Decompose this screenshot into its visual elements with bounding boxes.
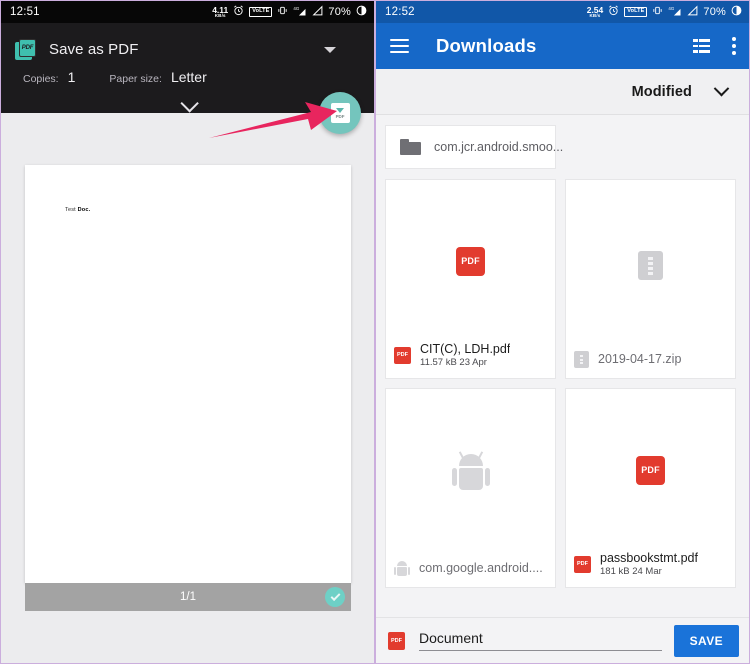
battery-circle-icon — [356, 5, 367, 19]
print-options-sheet: 12:51 4.11 KB/s VoLTE 4G 70% PDF Save as… — [1, 1, 374, 113]
paper-size-label: Paper size: — [109, 73, 162, 85]
folder-icon — [400, 139, 421, 155]
list-item-folder[interactable]: com.jcr.android.smoo... — [385, 125, 563, 169]
battery-circle-icon — [731, 5, 742, 19]
save-pdf-fab[interactable]: PDF — [319, 92, 361, 134]
right-panel-downloads-picker: 12:52 2.54 KB/s VoLTE 4G 70% Downloads M… — [375, 0, 750, 664]
page-title: Downloads — [436, 35, 537, 56]
copies-value[interactable]: 1 — [68, 69, 76, 85]
file-card-footer: PDF passbookstmt.pdf 181 kB 24 Mar — [566, 551, 735, 587]
pdf-file-icon: PDF — [636, 455, 665, 485]
printer-name-label: Save as PDF — [49, 41, 139, 58]
file-thumbnail — [566, 180, 735, 351]
status-bar-left: 12:51 4.11 KB/s VoLTE 4G 70% — [1, 1, 374, 23]
file-thumbnail: PDF — [566, 389, 735, 551]
file-name-label: passbookstmt.pdf — [600, 551, 698, 565]
page-indicator-strip: 1/1 — [25, 583, 351, 611]
svg-text:4G: 4G — [669, 6, 675, 11]
print-preview-area: Test Doc. 1/1 PDF — [1, 92, 374, 663]
printer-selector-row[interactable]: PDF Save as PDF — [1, 23, 374, 67]
chevron-down-icon[interactable] — [713, 80, 730, 97]
check-circle-icon — [325, 587, 345, 607]
battery-percent: 70% — [703, 6, 726, 18]
status-bar-right: 12:52 2.54 KB/s VoLTE 4G 70% — [376, 1, 749, 23]
caret-down-icon[interactable] — [324, 46, 336, 53]
volte-badge: VoLTE — [249, 7, 273, 17]
network-speed-unit: KB/s — [214, 13, 226, 18]
network-speed-unit: KB/s — [589, 13, 601, 18]
android-apk-icon — [451, 451, 490, 494]
file-grid: PDF PDF CIT(C), LDH.pdf 11.57 kB 23 Apr — [385, 179, 740, 588]
save-button[interactable]: SAVE — [673, 624, 739, 657]
signal-4g-icon: 4G — [293, 5, 307, 19]
pdf-file-icon: PDF — [456, 246, 485, 276]
list-item-file[interactable]: com.google.android.... — [385, 388, 556, 588]
dual-screenshot-composite: Test Doc. 1/1 PDF 12:51 4.11 KB/s VoLTE … — [0, 0, 750, 664]
chevron-down-icon — [180, 94, 199, 113]
list-item-file[interactable]: PDF PDF passbookstmt.pdf 181 kB 24 Mar — [565, 388, 736, 588]
file-browser: com.jcr.android.smoo... PDF PDF CIT(C), … — [376, 115, 749, 617]
android-apk-icon — [394, 559, 410, 577]
file-meta-label: 181 kB 24 Mar — [600, 566, 662, 577]
page-indicator-label: 1/1 — [180, 591, 196, 603]
signal-icon — [687, 5, 698, 19]
downloads-app-bar: Downloads — [376, 23, 749, 69]
sort-bar[interactable]: Modified — [376, 69, 749, 115]
pdf-file-icon: PDF — [574, 555, 591, 573]
volte-badge: VoLTE — [624, 7, 648, 17]
more-vertical-icon[interactable] — [732, 37, 736, 55]
expand-options-button[interactable] — [1, 94, 374, 113]
folder-name-label: com.jcr.android.smoo... — [434, 140, 564, 154]
filename-input[interactable]: Document — [419, 630, 662, 651]
copies-label: Copies: — [23, 73, 59, 85]
vibrate-icon — [652, 5, 663, 19]
svg-text:4G: 4G — [294, 6, 300, 11]
file-card-footer: com.google.android.... — [386, 559, 555, 587]
list-view-icon[interactable] — [693, 39, 710, 53]
list-item-file[interactable]: 2019-04-17.zip — [565, 179, 736, 379]
pdf-file-icon: PDF — [394, 346, 411, 364]
hamburger-menu-icon[interactable] — [390, 39, 409, 54]
document-page-preview[interactable]: Test Doc. — [25, 165, 351, 583]
sort-label: Modified — [631, 83, 692, 100]
file-card-footer: PDF CIT(C), LDH.pdf 11.57 kB 23 Apr — [386, 342, 555, 378]
file-name-label: CIT(C), LDH.pdf — [420, 342, 511, 356]
file-thumbnail: PDF — [386, 180, 555, 342]
alarm-icon — [233, 5, 244, 19]
network-speed-indicator: 2.54 KB/s — [587, 5, 604, 19]
file-name-label: com.google.android.... — [419, 560, 543, 575]
network-speed-indicator: 4.11 KB/s — [212, 5, 228, 19]
pdf-stack-icon: PDF — [15, 38, 37, 61]
vibrate-icon — [277, 5, 288, 19]
file-thumbnail — [386, 389, 555, 559]
fab-badge-label: PDF — [335, 113, 345, 119]
save-pdf-download-icon: PDF — [330, 103, 350, 123]
status-time: 12:52 — [385, 6, 415, 18]
print-options-row: Copies: 1 Paper size: Letter — [1, 67, 374, 85]
left-panel-print-preview: Test Doc. 1/1 PDF 12:51 4.11 KB/s VoLTE … — [0, 0, 375, 664]
file-name-label: 2019-04-17.zip — [598, 352, 682, 366]
paper-size-value[interactable]: Letter — [171, 69, 207, 85]
pdf-file-icon: PDF — [388, 631, 405, 650]
file-meta-label: 11.57 kB 23 Apr — [420, 357, 487, 368]
alarm-icon — [608, 5, 619, 19]
battery-percent: 70% — [328, 6, 351, 18]
zip-file-icon — [638, 251, 663, 280]
zip-file-icon — [574, 351, 589, 368]
status-time: 12:51 — [10, 6, 40, 18]
save-file-bar: PDF Document SAVE — [376, 617, 749, 663]
document-body-text: Test Doc. — [65, 207, 91, 213]
signal-4g-icon: 4G — [668, 5, 682, 19]
file-card-footer: 2019-04-17.zip — [566, 351, 735, 378]
signal-icon — [312, 5, 323, 19]
list-item-file[interactable]: PDF PDF CIT(C), LDH.pdf 11.57 kB 23 Apr — [385, 179, 556, 379]
